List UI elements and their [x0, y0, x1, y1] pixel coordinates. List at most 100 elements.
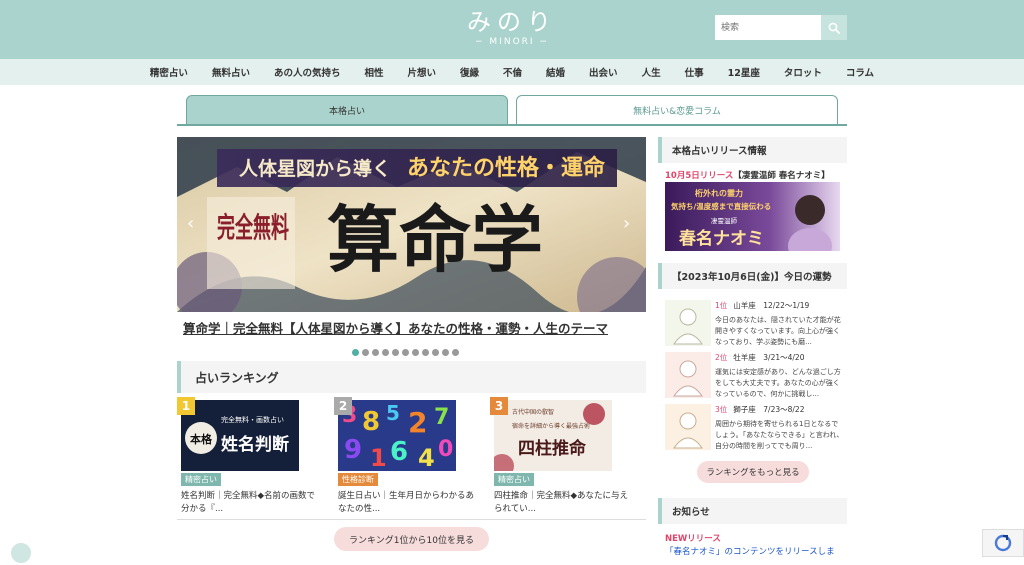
- rank3-image-top: 古代中国の叡智: [512, 408, 554, 416]
- rank-number-badge: 1: [177, 397, 195, 415]
- hero-slider[interactable]: 人体星図から導く あなたの性格・運命 完全無料 算命学 ‹ ›: [177, 137, 646, 312]
- logo-main-text: みのり: [467, 8, 557, 36]
- nav-item-muryo[interactable]: 無料占い: [200, 65, 262, 79]
- fortune-text: 周囲から期待を寄せられる1日となるでしょう。「あなたならできる」と言われ、自分の…: [715, 420, 844, 450]
- rank-number-badge: 3: [490, 397, 508, 415]
- fortune-heading: 3位 獅子座 7/23～8/22: [715, 404, 804, 415]
- fortune-rank: 2位: [715, 353, 728, 362]
- nav-item-column[interactable]: コラム: [834, 65, 886, 79]
- slider-prev-arrow[interactable]: ‹: [187, 213, 194, 234]
- slider-dot[interactable]: [362, 349, 369, 356]
- fortune-avatar-image: [665, 300, 711, 346]
- release-banner-name: 春名ナオミ: [679, 228, 764, 249]
- search-icon: [828, 22, 840, 34]
- ranking-card-description[interactable]: 誕生日占い｜生年月日からわかるあなたの性...: [338, 490, 478, 516]
- fortune-section-title: 【2023年10月6日(金)】今日の運勢: [658, 263, 847, 289]
- tab-underline: [177, 124, 847, 126]
- tab-muryo-column[interactable]: 無料占い&恋愛コラム: [516, 95, 838, 125]
- nav-item-aisho[interactable]: 相性: [352, 65, 395, 79]
- recaptcha-badge[interactable]: [982, 529, 1024, 557]
- slider-dot[interactable]: [352, 349, 359, 356]
- slider-dot[interactable]: [372, 349, 379, 356]
- svg-text:5: 5: [386, 401, 400, 425]
- release-banner-line1: 桁外れの霊力: [695, 188, 743, 198]
- hero-banner-line1: 人体星図から導く: [239, 157, 391, 180]
- nav-item-kekkon[interactable]: 結婚: [534, 65, 577, 79]
- slider-dot[interactable]: [442, 349, 449, 356]
- ranking-card-image: 古代中国の叡智 宿命を詳細から導く最強占術 四柱推命: [494, 400, 612, 471]
- nav-item-fukuen[interactable]: 復縁: [448, 65, 491, 79]
- tab-honkaku[interactable]: 本格占い: [186, 95, 508, 125]
- ranking-card-image: 本格 完全無料・画数占い 姓名判断: [181, 400, 299, 471]
- release-date: 10月5日リリース: [665, 171, 734, 181]
- search-box: [715, 15, 847, 40]
- fortune-text: 今日のあなたは、隠されていた才能が花開きやすくなっています。向上心が強くなってお…: [715, 316, 841, 346]
- slider-dot[interactable]: [382, 349, 389, 356]
- release-section-title: 本格占いリリース情報: [658, 137, 847, 163]
- ranking-section-title: 占いランキング: [177, 361, 646, 393]
- fortune-item[interactable]: 3位 獅子座 7/23～8/22 周囲から期待を寄せられる1日となるでしょう。「あ…: [665, 404, 845, 456]
- news-section-title: お知らせ: [658, 498, 847, 524]
- svg-text:2: 2: [408, 406, 427, 439]
- fortune-avatar-image: [665, 352, 711, 398]
- rank3-image-subtitle: 宿命を詳細から導く最強占術: [512, 422, 590, 430]
- global-nav: 精密占い 無料占い あの人の気持ち 相性 片想い 復縁 不倫 結婚 出会い 人生…: [0, 59, 1024, 85]
- content-tabs: 本格占い 無料占い&恋愛コラム: [186, 95, 838, 125]
- release-banner[interactable]: 桁外れの霊力 気持ち/温度感まで直接伝わる 凄霊温師 春名ナオミ: [665, 182, 840, 251]
- rank1-image-subtitle: 完全無料・画数占い: [221, 415, 284, 424]
- release-banner-tag: 凄霊温師: [711, 216, 738, 225]
- svg-text:6: 6: [390, 437, 408, 467]
- fortune-rank: 3位: [715, 405, 728, 414]
- release-banner-image: 桁外れの霊力 気持ち/温度感まで直接伝わる 凄霊温師 春名ナオミ: [665, 182, 840, 251]
- ranking-category-tag[interactable]: 性格診断: [338, 473, 378, 486]
- slider-next-arrow[interactable]: ›: [623, 213, 630, 234]
- news-link[interactable]: 「春名ナオミ」のコンテンツをリリースしま: [665, 545, 835, 557]
- nav-item-shigoto[interactable]: 仕事: [673, 65, 716, 79]
- fortune-sign: 山羊座 12/22～1/19: [733, 301, 810, 310]
- nav-item-seiza[interactable]: 12星座: [716, 65, 772, 79]
- slider-dot[interactable]: [402, 349, 409, 356]
- svg-text:0: 0: [438, 437, 453, 462]
- slider-dot[interactable]: [392, 349, 399, 356]
- hero-slide-caption[interactable]: 算命学｜完全無料【人体星図から導く】あなたの性格・運勢・人生のテーマ: [183, 318, 643, 337]
- rank1-image-kanji: 本格: [190, 432, 213, 446]
- nav-item-kataomoi[interactable]: 片想い: [395, 65, 448, 79]
- nav-item-jinsei[interactable]: 人生: [630, 65, 673, 79]
- hero-banner-image: 人体星図から導く あなたの性格・運命 完全無料 算命学: [177, 137, 646, 312]
- search-input[interactable]: [715, 15, 821, 40]
- slider-pagination: [352, 349, 459, 356]
- ranking-category-tag[interactable]: 精密占い: [181, 473, 221, 486]
- fortune-item[interactable]: 1位 山羊座 12/22～1/19 今日のあなたは、隠されていた才能が花開きやすく…: [665, 300, 845, 352]
- nav-item-seimitsu[interactable]: 精密占い: [138, 65, 200, 79]
- svg-text:8: 8: [362, 407, 380, 437]
- logo-sub-text: − MINORI −: [475, 37, 549, 47]
- fortune-item[interactable]: 2位 牡羊座 3/21～4/20 運気には安定感があり、どんな過ごし方をしても大丈…: [665, 352, 845, 404]
- nav-item-tarot[interactable]: タロット: [772, 65, 834, 79]
- fortune-text: 運気には安定感があり、どんな過ごし方をしても大丈夫です。あなたの心が強くなってい…: [715, 368, 841, 398]
- release-label[interactable]: 10月5日リリース【凄霊温師 春名ナオミ】: [665, 169, 830, 181]
- nav-item-anohito[interactable]: あの人の気持ち: [262, 65, 353, 79]
- fortune-heading: 1位 山羊座 12/22～1/19: [715, 300, 809, 311]
- hero-banner-badge: 完全無料: [217, 211, 289, 244]
- ranking-card-description[interactable]: 四柱推命｜完全無料◆あなたに与えられてい...: [494, 490, 634, 516]
- ranking-card-description[interactable]: 姓名判断｜完全無料◆名前の画数で分かる『...: [181, 490, 321, 516]
- nav-item-furin[interactable]: 不倫: [491, 65, 534, 79]
- site-logo[interactable]: みのり − MINORI −: [462, 8, 562, 48]
- nav-item-deai[interactable]: 出会い: [577, 65, 630, 79]
- ranking-divider: [177, 519, 646, 520]
- slider-dot[interactable]: [452, 349, 459, 356]
- fortune-avatar-image: [665, 404, 711, 450]
- fortune-more-button[interactable]: ランキングをもっと見る: [697, 461, 809, 483]
- slider-dot[interactable]: [422, 349, 429, 356]
- slider-dot[interactable]: [432, 349, 439, 356]
- fortune-sign: 獅子座 7/23～8/22: [733, 405, 805, 414]
- svg-text:4: 4: [418, 444, 435, 471]
- hero-banner-line2: あなたの性格・運命: [407, 155, 606, 181]
- fortune-rank: 1位: [715, 301, 728, 310]
- ranking-more-button[interactable]: ランキング1位から10位を見る: [334, 527, 489, 551]
- rank-number-badge: 2: [334, 397, 352, 415]
- ranking-category-tag[interactable]: 精密占い: [494, 473, 534, 486]
- slider-dot[interactable]: [412, 349, 419, 356]
- accessibility-icon[interactable]: [9, 541, 33, 565]
- search-button[interactable]: [821, 15, 847, 40]
